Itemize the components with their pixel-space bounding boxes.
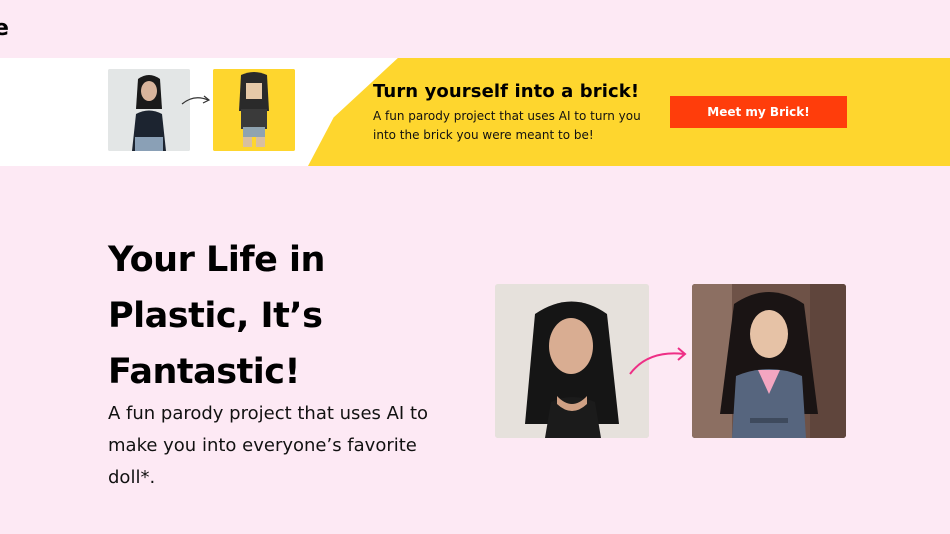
- hero-doll-image: [692, 284, 846, 438]
- site-logo[interactable]: e: [0, 16, 9, 41]
- hero-title: Your Life in Plastic, It’s Fantastic!: [108, 240, 325, 392]
- banner-original-photo: [108, 69, 190, 151]
- brick-promo-banner: Turn yourself into a brick! A fun parody…: [0, 58, 950, 166]
- meet-my-brick-button[interactable]: Meet my Brick!: [670, 96, 847, 128]
- hero-subtitle: A fun parody project that uses AI to mak…: [108, 403, 429, 488]
- banner-arrow-icon: [181, 95, 211, 105]
- banner-title: Turn yourself into a brick!: [373, 81, 640, 102]
- hero-arrow-icon: [629, 347, 687, 375]
- banner-subtitle: A fun parody project that uses AI to tur…: [373, 109, 641, 142]
- banner-brick-figure: [213, 69, 295, 151]
